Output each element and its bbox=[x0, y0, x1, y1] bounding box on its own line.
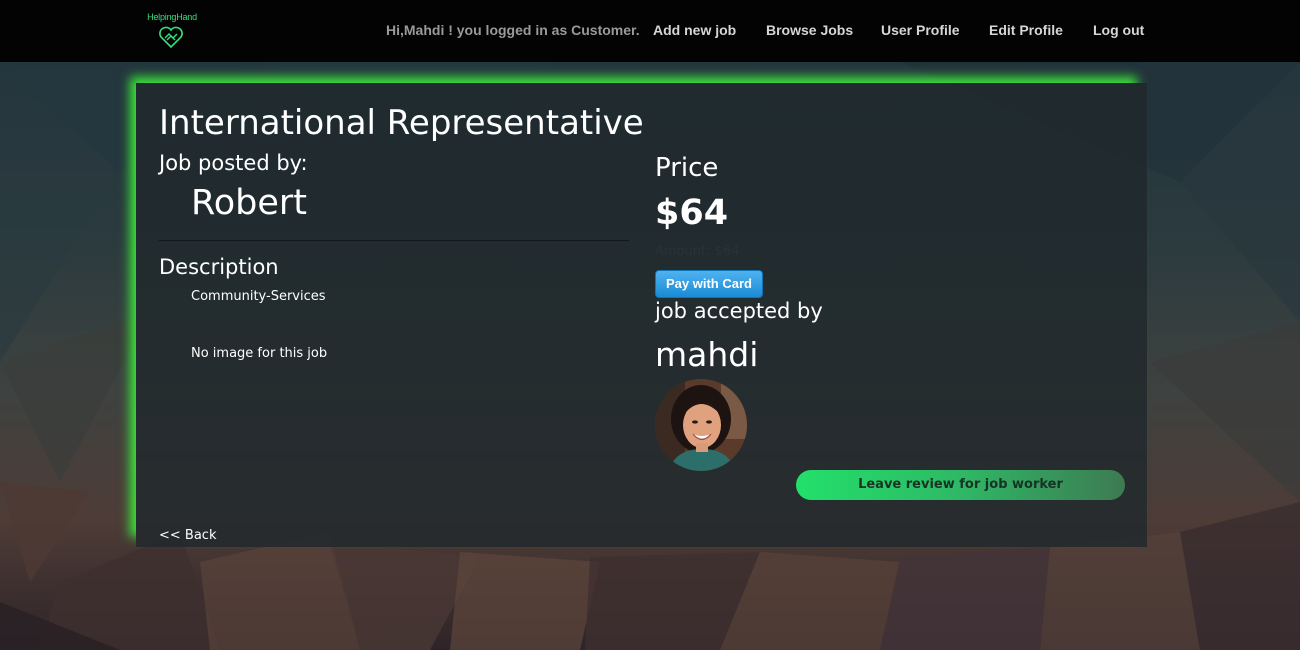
pay-with-card-button[interactable]: Pay with Card bbox=[655, 270, 763, 298]
description-label: Description bbox=[159, 255, 279, 279]
no-image-text: No image for this job bbox=[191, 346, 328, 361]
handshake-heart-icon bbox=[159, 26, 183, 49]
worker-avatar bbox=[655, 379, 747, 471]
logo-text: HelpingHand bbox=[147, 12, 197, 22]
worker-name: mahdi bbox=[655, 335, 759, 374]
price-value: $64 bbox=[655, 193, 729, 233]
amount-text: Amount: $64 bbox=[655, 244, 740, 259]
poster-name: Robert bbox=[191, 183, 308, 223]
nav-add-new-job[interactable]: Add new job bbox=[653, 22, 736, 38]
job-title: International Representative bbox=[159, 103, 644, 143]
user-greeting: Hi,Mahdi ! you logged in as Customer. bbox=[386, 22, 640, 38]
section-divider bbox=[159, 240, 629, 241]
top-navbar: HelpingHand Hi,Mahdi ! you logged in as … bbox=[0, 0, 1300, 62]
leave-review-button[interactable]: Leave review for job worker bbox=[796, 470, 1125, 500]
user-avatar-icon bbox=[655, 379, 747, 471]
nav-log-out[interactable]: Log out bbox=[1093, 22, 1144, 38]
helpinghand-logo[interactable]: HelpingHand bbox=[146, 12, 198, 52]
nav-edit-profile[interactable]: Edit Profile bbox=[989, 22, 1063, 38]
accepted-by-label: job accepted by bbox=[655, 299, 823, 323]
job-detail-card: International Representative Job posted … bbox=[136, 83, 1147, 547]
nav-browse-jobs[interactable]: Browse Jobs bbox=[766, 22, 853, 38]
price-label: Price bbox=[655, 153, 719, 183]
nav-user-profile[interactable]: User Profile bbox=[881, 22, 960, 38]
description-text: Community-Services bbox=[191, 289, 326, 304]
posted-by-label: Job posted by: bbox=[159, 151, 308, 175]
back-link[interactable]: << Back bbox=[159, 528, 216, 543]
